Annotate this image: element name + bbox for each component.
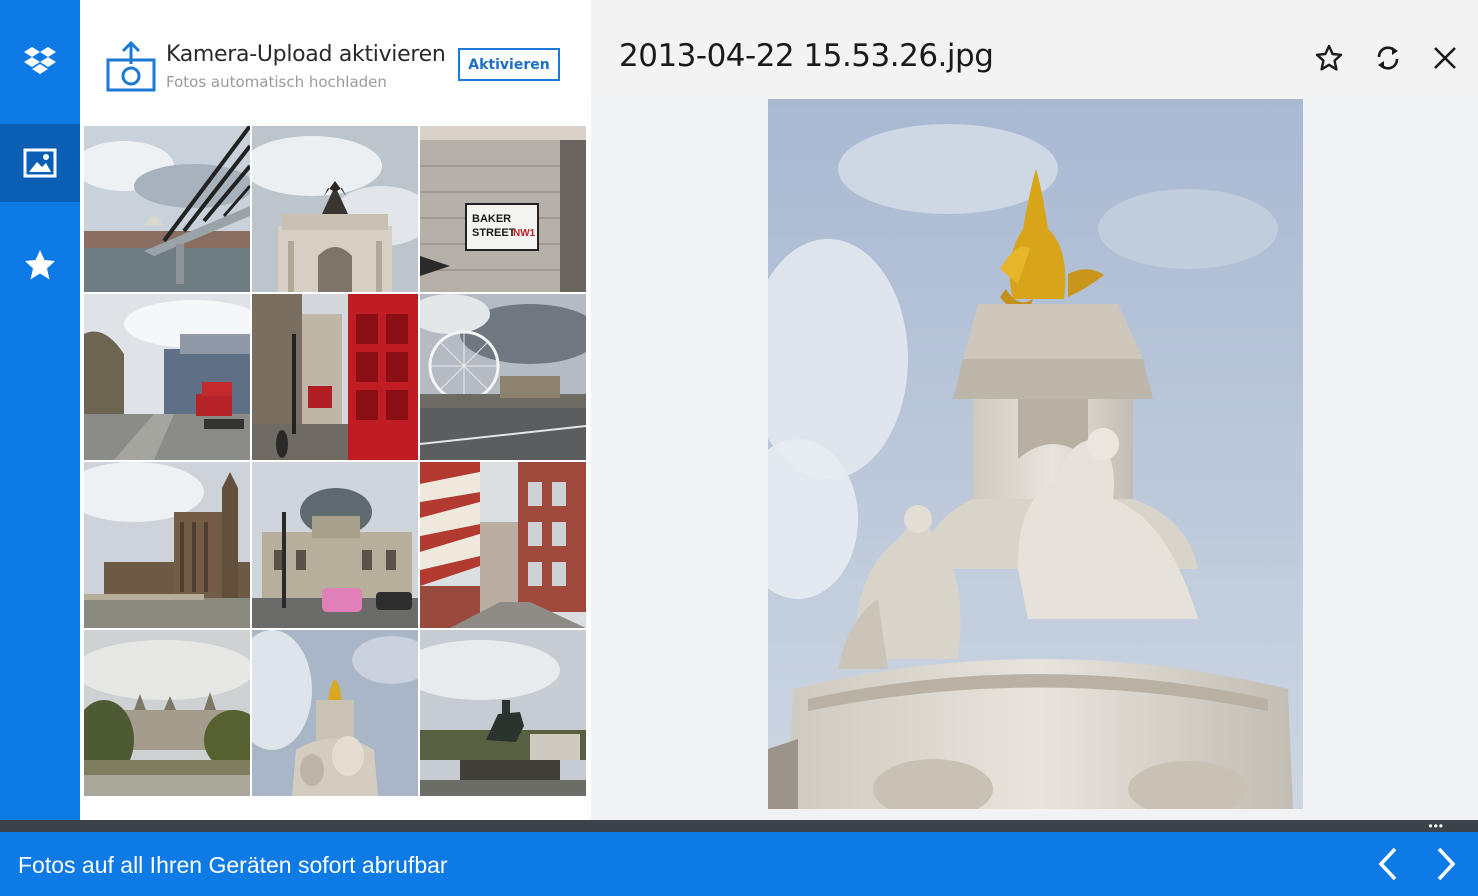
chevron-right-icon [1437, 847, 1456, 881]
photo-thumbnail[interactable] [252, 126, 418, 292]
photo-thumbnail[interactable] [420, 630, 586, 796]
photo-thumbnail[interactable] [420, 294, 586, 460]
more-options-button[interactable]: ••• [1428, 820, 1444, 832]
photos-icon [23, 148, 57, 178]
refresh-icon [1377, 46, 1399, 70]
sidebar-item-photos[interactable] [0, 124, 80, 202]
photo-thumbnail[interactable] [420, 462, 586, 628]
sidebar-item-dropbox[interactable] [0, 22, 80, 100]
camera-upload-subtitle: Fotos automatisch hochladen [166, 73, 387, 91]
viewer-header: 2013-04-22 15.53.26.jpg [591, 0, 1478, 98]
camera-upload-banner: Kamera-Upload aktivieren Fotos automatis… [80, 0, 591, 124]
favorite-button[interactable] [1311, 40, 1347, 76]
file-name-title: 2013-04-22 15.53.26.jpg [619, 38, 994, 74]
photo-thumbnail[interactable] [252, 630, 418, 796]
photo-thumbnail[interactable] [252, 462, 418, 628]
star-outline-icon [1315, 44, 1343, 71]
sign-text-baker: BAKER [472, 213, 511, 225]
dropbox-logo-icon [24, 47, 56, 74]
app-bar: Fotos auf all Ihren Geräten sofort abruf… [0, 832, 1478, 896]
sign-text-street: STREET [472, 227, 516, 239]
previous-button[interactable] [1368, 844, 1408, 884]
photo-thumbnail[interactable] [252, 294, 418, 460]
camera-upload-title: Kamera-Upload aktivieren [166, 42, 446, 67]
close-icon [1434, 47, 1456, 69]
photo-thumbnail[interactable] [84, 462, 250, 628]
sync-button[interactable] [1370, 40, 1406, 76]
photo-thumbnail[interactable] [84, 630, 250, 796]
sidebar-item-favorites[interactable] [0, 226, 80, 304]
photo-grid: BAKER STREET NW1 [84, 126, 588, 796]
sidebar-rail [0, 0, 80, 820]
photo-thumbnail[interactable]: BAKER STREET NW1 [420, 126, 586, 292]
main-photo [768, 99, 1303, 809]
favorites-star-icon [25, 250, 55, 280]
app-bar-message: Fotos auf all Ihren Geräten sofort abruf… [18, 852, 448, 878]
photo-panel: Kamera-Upload aktivieren Fotos automatis… [80, 0, 591, 820]
next-button[interactable] [1426, 844, 1466, 884]
photo-thumbnail[interactable] [84, 294, 250, 460]
sign-text-district: NW1 [513, 228, 536, 239]
app-bar-handle [0, 820, 1478, 832]
photo-viewer: 2013-04-22 15.53.26.jpg [591, 0, 1478, 820]
photo-thumbnail[interactable] [84, 126, 250, 292]
close-button[interactable] [1427, 40, 1463, 76]
activate-button[interactable]: Aktivieren [458, 48, 560, 81]
camera-upload-icon [106, 40, 156, 92]
chevron-left-icon [1378, 847, 1397, 881]
